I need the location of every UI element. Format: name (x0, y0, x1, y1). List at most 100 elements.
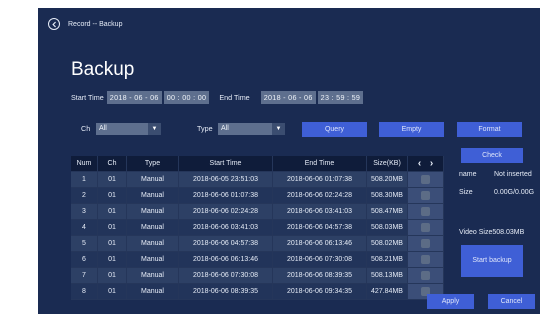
cell-end-time: 2018-06-06 04:57:38 (272, 219, 367, 236)
cell-ch: 01 (97, 203, 127, 220)
cell-ch: 01 (97, 267, 127, 284)
col-header-ch: Ch (97, 156, 127, 172)
col-header-size: Size(KB) (366, 156, 408, 172)
device-size-value: 0.00G/0.00G (494, 189, 535, 196)
cell-start-time: 2018-06-05 23:51:03 (178, 171, 273, 188)
breadcrumb-text: Record -- Backup (68, 20, 123, 28)
cell-start-time: 2018-06-06 02:24:28 (178, 203, 273, 220)
cell-size: 508.21MB (366, 251, 408, 268)
row-checkbox[interactable] (421, 207, 430, 216)
cell-start-time: 2018-06-06 01:07:38 (178, 187, 273, 204)
row-select-cell (407, 171, 444, 188)
col-header-start-time: Start Time (178, 156, 273, 172)
table-row[interactable]: 2 01 Manual 2018-06-06 01:07:38 2018-06-… (71, 187, 444, 204)
cell-num: 6 (71, 251, 98, 268)
cell-start-time: 2018-06-06 08:39:35 (178, 283, 273, 300)
query-button[interactable]: Query (302, 122, 367, 137)
cell-end-time: 2018-06-06 08:39:35 (272, 267, 367, 284)
cell-type: Manual (126, 219, 179, 236)
end-time-field[interactable]: 23 : 59 : 59 (317, 91, 364, 104)
row-checkbox[interactable] (421, 223, 430, 232)
cell-num: 1 (71, 171, 98, 188)
col-header-type: Type (126, 156, 179, 172)
cell-type: Manual (126, 267, 179, 284)
cell-ch: 01 (97, 187, 127, 204)
cell-num: 5 (71, 235, 98, 252)
row-checkbox[interactable] (421, 239, 430, 248)
cell-end-time: 2018-06-06 06:13:46 (272, 235, 367, 252)
cell-ch: 01 (97, 219, 127, 236)
cell-start-time: 2018-06-06 07:30:08 (178, 267, 273, 284)
col-header-num: Num (71, 156, 98, 172)
start-date-field[interactable]: 2018 - 06 - 06 (106, 91, 162, 104)
start-time-field[interactable]: 00 : 00 : 00 (163, 91, 210, 104)
format-button[interactable]: Format (457, 122, 522, 137)
cell-size: 508.02MB (366, 235, 408, 252)
ch-label: Ch (81, 124, 91, 133)
row-select-cell (407, 203, 444, 220)
start-time-label: Start Time (71, 93, 104, 102)
table-row[interactable]: 3 01 Manual 2018-06-06 02:24:28 2018-06-… (71, 203, 444, 220)
cell-type: Manual (126, 235, 179, 252)
cell-ch: 01 (97, 235, 127, 252)
page-nav: ‹ › (407, 156, 444, 172)
cell-size: 508.47MB (366, 203, 408, 220)
cell-type: Manual (126, 283, 179, 300)
start-backup-button[interactable]: Start backup (461, 245, 523, 277)
video-size: Video Size508.03MB (459, 229, 525, 236)
ch-select[interactable]: All ▼ (96, 123, 161, 135)
cell-size: 508.30MB (366, 187, 408, 204)
chevron-left-icon[interactable]: ‹ (414, 158, 426, 170)
type-select[interactable]: All ▼ (218, 123, 285, 135)
row-select-cell (407, 251, 444, 268)
empty-button[interactable]: Empty (379, 122, 444, 137)
cell-end-time: 2018-06-06 01:07:38 (272, 171, 367, 188)
end-time-label: End Time (219, 93, 250, 102)
cell-end-time: 2018-06-06 02:24:28 (272, 187, 367, 204)
breadcrumb: Record -- Backup (48, 16, 122, 32)
time-range: Start Time 2018 - 06 - 06 00 : 00 : 00 E… (71, 91, 364, 104)
cell-num: 7 (71, 267, 98, 284)
table-row[interactable]: 1 01 Manual 2018-06-05 23:51:03 2018-06-… (71, 171, 444, 188)
cell-type: Manual (126, 203, 179, 220)
row-checkbox[interactable] (421, 191, 430, 200)
cell-type: Manual (126, 187, 179, 204)
cell-start-time: 2018-06-06 04:57:38 (178, 235, 273, 252)
ch-select-value: All (99, 125, 107, 132)
table-row[interactable]: 6 01 Manual 2018-06-06 06:13:46 2018-06-… (71, 251, 444, 268)
cell-end-time: 2018-06-06 07:30:08 (272, 251, 367, 268)
row-select-cell (407, 187, 444, 204)
row-checkbox[interactable] (421, 175, 430, 184)
table-row[interactable]: 5 01 Manual 2018-06-06 04:57:38 2018-06-… (71, 235, 444, 252)
cell-num: 4 (71, 219, 98, 236)
cancel-button[interactable]: Cancel (488, 294, 535, 309)
col-header-end-time: End Time (272, 156, 367, 172)
cell-start-time: 2018-06-06 06:13:46 (178, 251, 273, 268)
cell-ch: 01 (97, 251, 127, 268)
back-arrow-icon[interactable] (48, 18, 60, 30)
cell-num: 2 (71, 187, 98, 204)
table-row[interactable]: 8 01 Manual 2018-06-06 08:39:35 2018-06-… (71, 283, 444, 300)
device-name-value: Not inserted (494, 171, 532, 178)
cell-end-time: 2018-06-06 09:34:35 (272, 283, 367, 300)
row-checkbox[interactable] (421, 271, 430, 280)
table-row[interactable]: 4 01 Manual 2018-06-06 03:41:03 2018-06-… (71, 219, 444, 236)
table-row[interactable]: 7 01 Manual 2018-06-06 07:30:08 2018-06-… (71, 267, 444, 284)
cell-type: Manual (126, 251, 179, 268)
row-select-cell (407, 235, 444, 252)
cell-end-time: 2018-06-06 03:41:03 (272, 203, 367, 220)
check-button[interactable]: Check (461, 148, 523, 163)
cell-type: Manual (126, 171, 179, 188)
recordings-table: Num Ch Type Start Time End Time Size(KB)… (71, 156, 444, 300)
page-title: Backup (71, 59, 135, 80)
backup-screen: Record -- Backup Backup Start Time 2018 … (38, 8, 540, 314)
type-select-value: All (221, 125, 229, 132)
chevron-right-icon[interactable]: › (426, 158, 438, 170)
table-header-row: Num Ch Type Start Time End Time Size(KB)… (71, 156, 444, 172)
dropdown-arrow-icon: ▼ (148, 123, 161, 135)
apply-button[interactable]: Apply (427, 294, 474, 309)
device-name-label: name (459, 171, 477, 178)
row-checkbox[interactable] (421, 255, 430, 264)
row-select-cell (407, 219, 444, 236)
end-date-field[interactable]: 2018 - 06 - 06 (260, 91, 316, 104)
